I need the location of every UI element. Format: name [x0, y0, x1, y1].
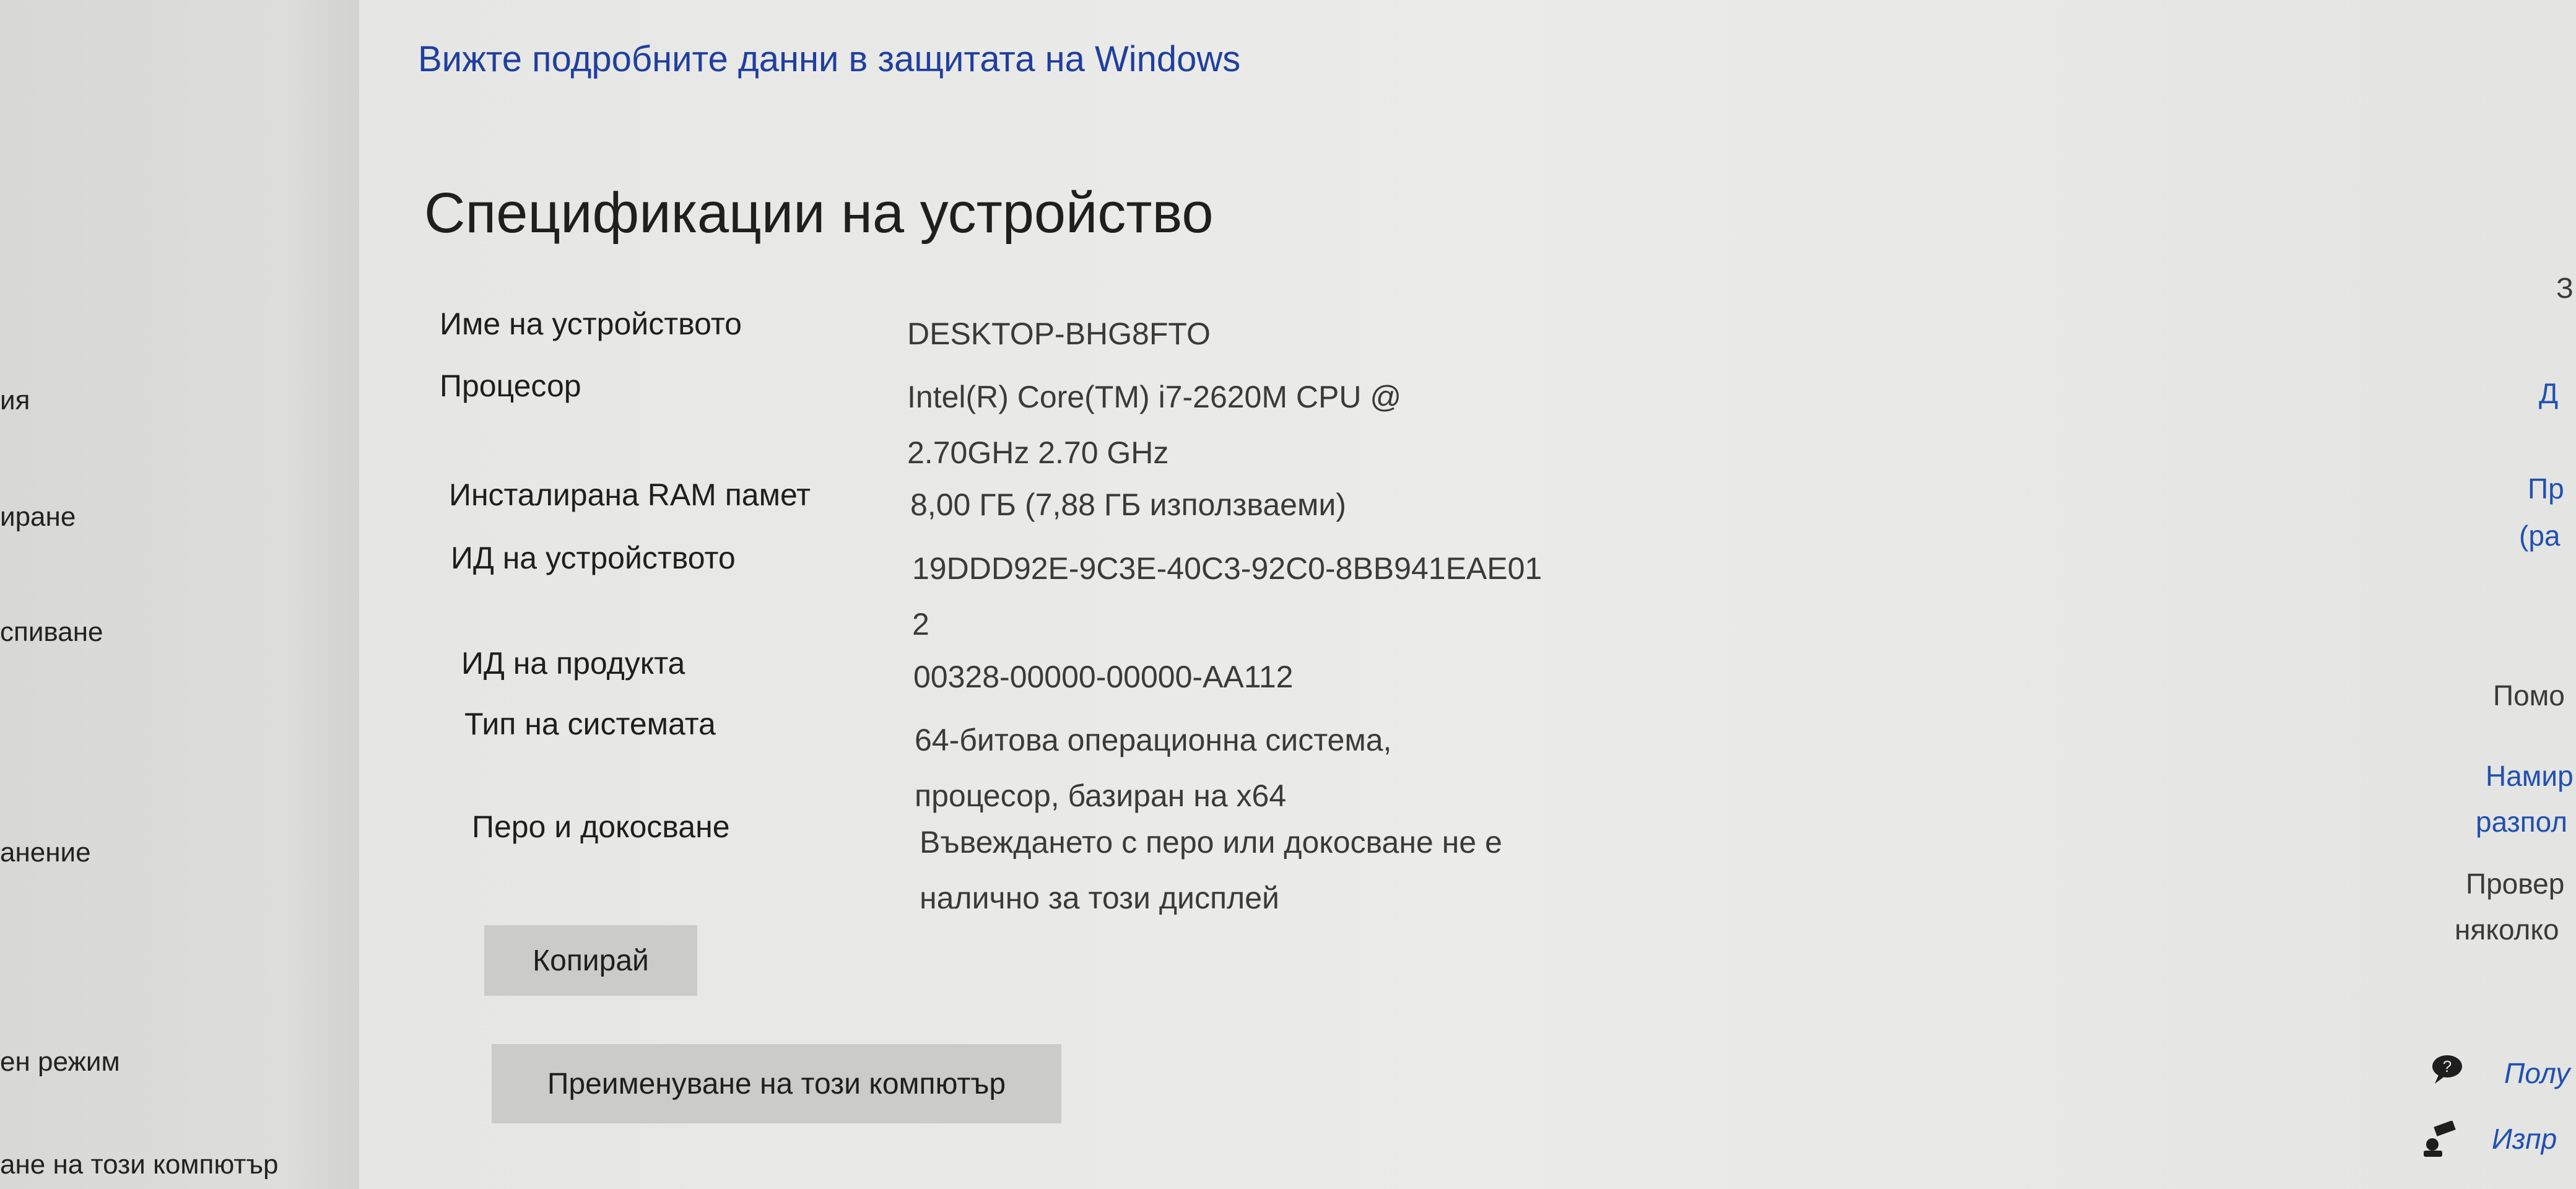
windows-security-link[interactable]: Вижте подробните данни в защитата на Win… — [418, 38, 1240, 80]
sidebar-item-5[interactable]: ен режим — [0, 1047, 120, 1078]
spec-value-line: DESKTOP-BHG8FTO — [907, 316, 1211, 351]
main-content: Вижте подробните данни в защитата на Win… — [359, 0, 2576, 1189]
rename-pc-button[interactable]: Преименуване на този компютър — [492, 1044, 1061, 1123]
related-text: Провер — [2466, 868, 2565, 900]
get-help-link[interactable]: Полу — [2504, 1056, 2570, 1090]
related-link[interactable]: разпол — [2476, 805, 2567, 838]
sidebar-item-1[interactable]: ия — [0, 385, 30, 416]
svg-text:?: ? — [2443, 1057, 2452, 1076]
related-link[interactable]: Намир — [2486, 759, 2574, 793]
sidebar-item-6[interactable]: ане на този компютър — [0, 1149, 279, 1180]
related-link[interactable]: (ра — [2519, 519, 2560, 552]
spec-value-line: 64-битова операционна система, — [915, 723, 1392, 757]
feedback-icon[interactable] — [2421, 1120, 2461, 1161]
help-chat-icon[interactable]: ? — [2430, 1052, 2469, 1089]
spec-value: Intel(R) Core(TM) i7-2620M CPU @ 2.70GHz… — [907, 369, 1401, 481]
spec-value-line: 2 — [912, 607, 929, 642]
spec-label: Процесор — [440, 368, 581, 403]
sidebar-item-4[interactable]: анение — [0, 837, 91, 868]
spec-value-line: 19DDD92E-9C3E-40C3-92C0-8BB941EAE01 — [912, 551, 1543, 586]
spec-value-line: Въвеждането с перо или докосване не е — [920, 825, 1502, 860]
spec-value-line: 2.70GHz 2.70 GHz — [907, 435, 1169, 470]
spec-value: 19DDD92E-9C3E-40C3-92C0-8BB941EAE01 2 — [912, 541, 1542, 652]
spec-value: Въвеждането с перо или докосване не е на… — [920, 814, 1502, 926]
spec-value-line: 00328-00000-00000-AA112 — [913, 660, 1294, 694]
spec-label: ИД на устройството — [451, 541, 736, 575]
spec-value: 8,00 ГБ (7,88 ГБ използваеми) — [910, 477, 1346, 533]
related-link[interactable]: Пр — [2528, 472, 2564, 505]
copy-button[interactable]: Копирай — [484, 925, 697, 996]
related-heading: Помо — [2493, 679, 2565, 712]
settings-sidebar: ия иране спиване анение ен режим ане на … — [0, 0, 359, 1189]
related-item: З — [2556, 272, 2574, 304]
spec-label: Инсталирана RAM памет — [449, 477, 811, 512]
give-feedback-link[interactable]: Изпр — [2492, 1122, 2557, 1156]
spec-label: Име на устройството — [440, 307, 742, 341]
spec-value: 64-битова операционна система, процесор,… — [915, 712, 1391, 824]
spec-value: 00328-00000-00000-AA112 — [913, 649, 1293, 705]
spec-label: Перо и докосване — [472, 809, 730, 844]
related-text: няколко — [2455, 913, 2559, 946]
related-link[interactable]: Д — [2539, 377, 2558, 410]
spec-value-line: 8,00 ГБ (7,88 ГБ използваеми) — [910, 487, 1346, 522]
spec-label: ИД на продукта — [461, 646, 685, 681]
spec-value-line: налично за този дисплей — [920, 881, 1279, 915]
spec-value-line: Intel(R) Core(TM) i7-2620M CPU @ — [907, 380, 1402, 414]
sidebar-item-3[interactable]: спиване — [0, 617, 103, 648]
spec-value: DESKTOP-BHG8FTO — [907, 306, 1211, 362]
spec-label: Тип на системата — [464, 707, 716, 741]
sidebar-item-2[interactable]: иране — [0, 502, 76, 533]
device-specs-title: Спецификации на устройство — [424, 181, 1214, 245]
